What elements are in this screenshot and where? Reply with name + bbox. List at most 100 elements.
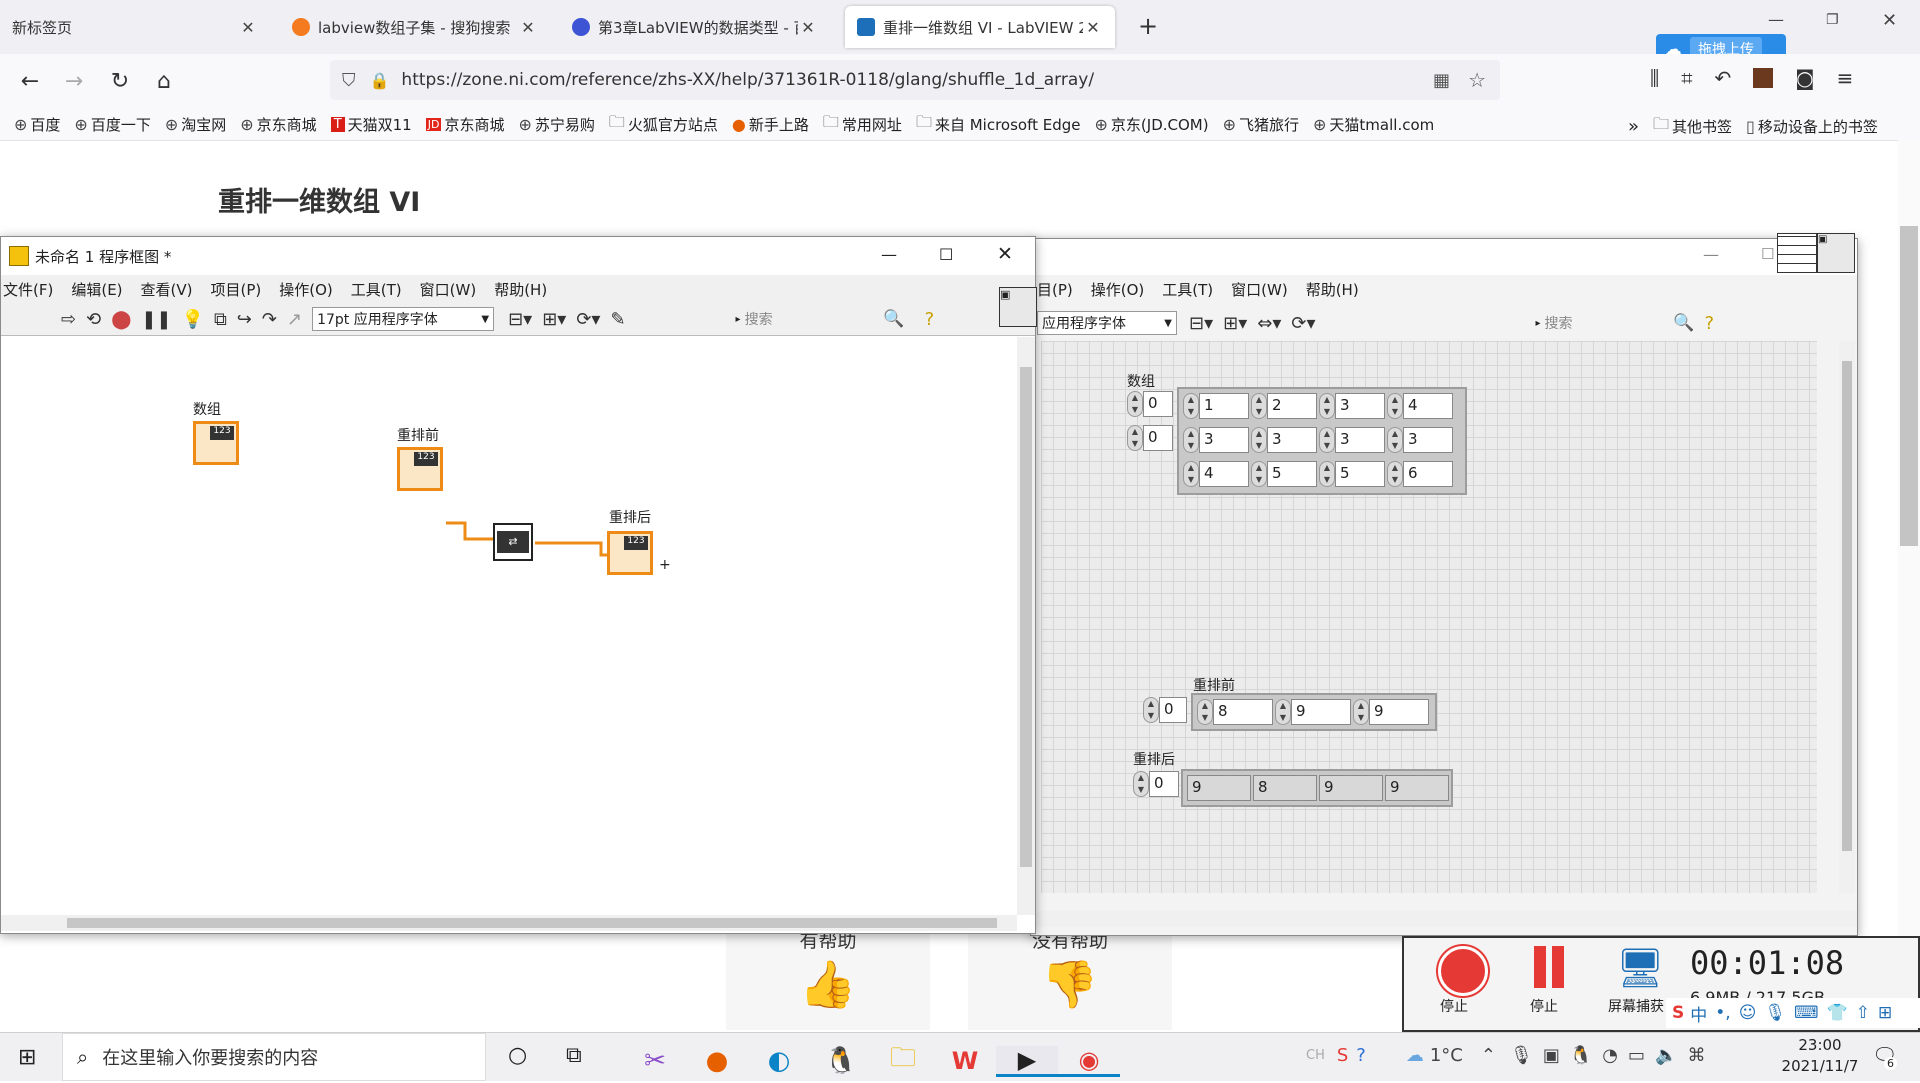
element-value[interactable]: 9 [1291,699,1351,725]
close-window-icon[interactable]: ✕ [1882,10,1897,31]
close-icon[interactable]: ✕ [997,243,1013,265]
menu-help[interactable]: 帮助(H) [494,279,547,300]
element-value[interactable]: 2 [1267,393,1317,419]
element-spinner[interactable]: ▲ ▼ [1197,699,1213,725]
sogou-ime-icon[interactable]: S [1672,1003,1684,1023]
wifi-icon[interactable]: ◔ [1602,1045,1618,1066]
run-arrow-icon[interactable]: ⇨ [61,309,76,330]
align-icon[interactable]: ⊟▾ [1189,313,1213,334]
element-spinner[interactable]: ▲ ▼ [1387,393,1403,419]
edge-icon[interactable]: ◐ [748,1046,810,1076]
stop-record-icon[interactable] [1438,946,1488,996]
bd-hscroll[interactable] [1,915,1017,931]
run-continuous-icon[interactable]: ⟲ [86,309,101,330]
windows-start-icon[interactable]: ⊞ [18,1045,36,1070]
home-icon[interactable]: ⌂ [148,65,180,97]
element-spinner[interactable]: ▲ ▼ [1183,393,1199,419]
search-icon[interactable]: 🔍 [1673,313,1694,333]
array-element[interactable]: ▲ ▼ 5 [1319,461,1385,487]
array-element[interactable]: 9 [1385,775,1449,801]
element-spinner[interactable]: ▲ ▼ [1183,461,1199,487]
array-element[interactable]: ▲ ▼ 9 [1275,699,1351,725]
restore-icon[interactable]: ❐ [1826,12,1839,28]
minimize-icon[interactable]: — [881,245,897,264]
skin-icon[interactable]: 👕 [1827,1003,1848,1023]
labview-taskbar-icon[interactable]: ▶ [996,1045,1058,1077]
mic-tray-icon[interactable]: 🎙 [1510,1045,1533,1066]
expand-icon[interactable]: ▸ [1536,318,1541,329]
shield-icon[interactable]: ⛉ [342,70,356,91]
element-value[interactable]: 9 [1369,699,1429,725]
bookmark-item[interactable]: ⊕ 淘宝网 [165,114,226,135]
battery-icon[interactable]: ▭ [1628,1045,1645,1066]
snipping-icon[interactable]: ✂ [624,1046,686,1076]
network-icon[interactable]: ⌘ [1687,1045,1705,1066]
bookmark-item[interactable]: ⊕ 飞猪旅行 [1223,114,1299,135]
array-element[interactable]: ▲ ▼ 5 [1251,461,1317,487]
menu-view[interactable]: 查看(V) [141,279,193,300]
close-icon[interactable]: ✕ [1083,18,1103,37]
weather-icon[interactable]: ☁ [1406,1045,1424,1066]
emoji-icon[interactable]: ☺ [1739,1003,1757,1023]
step-out-icon[interactable]: ↗ [287,309,302,330]
element-spinner[interactable]: ▲ ▼ [1251,461,1267,487]
array-element[interactable]: ▲ ▼ 3 [1387,427,1453,453]
display-tray-icon[interactable]: ▣ [1543,1045,1560,1066]
element-value[interactable]: 4 [1199,461,1249,487]
bookmark-item[interactable]: ● 新手上路 [732,114,809,135]
element-spinner[interactable]: ▲ ▼ [1319,427,1335,453]
crop-icon[interactable]: ⌗ [1681,66,1692,90]
element-value[interactable]: 8 [1213,699,1273,725]
element-value[interactable]: 1 [1199,393,1249,419]
keyboard-icon[interactable]: ⌨ [1794,1003,1819,1023]
element-spinner[interactable]: ▲ ▼ [1319,461,1335,487]
element-value[interactable]: 3 [1199,427,1249,453]
menu-project[interactable]: 目(P) [1037,279,1073,300]
after-terminal[interactable]: 123 [607,531,653,575]
bd-canvas[interactable]: 数组 123 重排前 123 ⇄ 重排后 123 + [1,337,1017,915]
after-index-value[interactable]: 0 [1149,771,1179,797]
element-value[interactable]: 9 [1385,775,1449,801]
firefox-icon[interactable]: ● [686,1046,748,1076]
search-icon[interactable]: 🔍 [883,309,904,329]
fp-vscroll-thumb[interactable] [1842,361,1852,851]
bookmark-mobile[interactable]: ▯ 移动设备上的书签 [1746,116,1878,137]
element-value[interactable]: 3 [1403,427,1453,453]
array-element[interactable]: ▲ ▼ 3 [1251,427,1317,453]
array-element[interactable]: 9 [1319,775,1383,801]
library-icon[interactable]: ⫼ [1650,66,1659,90]
bookmark-item[interactable]: ⊕ 百度一下 [74,114,150,135]
cleanup-icon[interactable]: ✎ [610,309,625,330]
bookmark-item[interactable]: ⊕ 百度 [14,114,60,135]
bd-vscroll[interactable] [1017,337,1035,915]
array-element[interactable]: ▲ ▼ 3 [1319,427,1385,453]
index-spinner[interactable]: ▲ ▼ [1133,771,1149,797]
help-icon[interactable]: ? [925,309,935,330]
index-spinner[interactable]: ▲ ▼ [1143,697,1159,723]
bookmark-item[interactable]: JD 京东商城 [425,114,504,135]
menu-icon[interactable]: ≡ [1837,66,1854,90]
array-element[interactable]: ▲ ▼ 6 [1387,461,1453,487]
pause-record-icon[interactable] [1532,946,1568,990]
bookmark-item[interactable]: 🗀 常用网址 [823,111,902,138]
tab-sogou-search[interactable]: labview数组子集 - 搜狗搜索 ✕ [280,6,550,48]
feedback-no[interactable]: 没有帮助 👎 [968,922,1172,1030]
menu-file[interactable]: 文件(F) [3,279,53,300]
clock[interactable]: 23:00 2021/11/7 [1780,1035,1860,1077]
star-icon[interactable]: ☆ [1468,68,1486,92]
abort-icon[interactable]: ⬤ [111,309,131,330]
task-view-icon[interactable]: ⧉ [566,1043,582,1068]
element-value[interactable]: 8 [1253,775,1317,801]
page-scroll-thumb[interactable] [1900,226,1918,546]
bd-font-select[interactable]: 17pt 应用程序字体 ▼ [312,307,495,331]
expand-icon[interactable]: ▸ [736,314,741,325]
element-value[interactable]: 9 [1319,775,1383,801]
array-index-0[interactable]: 0 [1143,391,1173,417]
sogou-tray-icon[interactable]: S [1337,1045,1348,1066]
index-spinner[interactable]: ▲ ▼ [1127,425,1143,451]
help-icon[interactable]: ? [1705,313,1715,334]
array-element[interactable]: ▲ ▼ 4 [1183,461,1249,487]
ime-mode[interactable]: 中 [1690,1001,1707,1026]
retain-wire-icon[interactable]: ⧉ [214,309,227,330]
element-spinner[interactable]: ▲ ▼ [1275,699,1291,725]
